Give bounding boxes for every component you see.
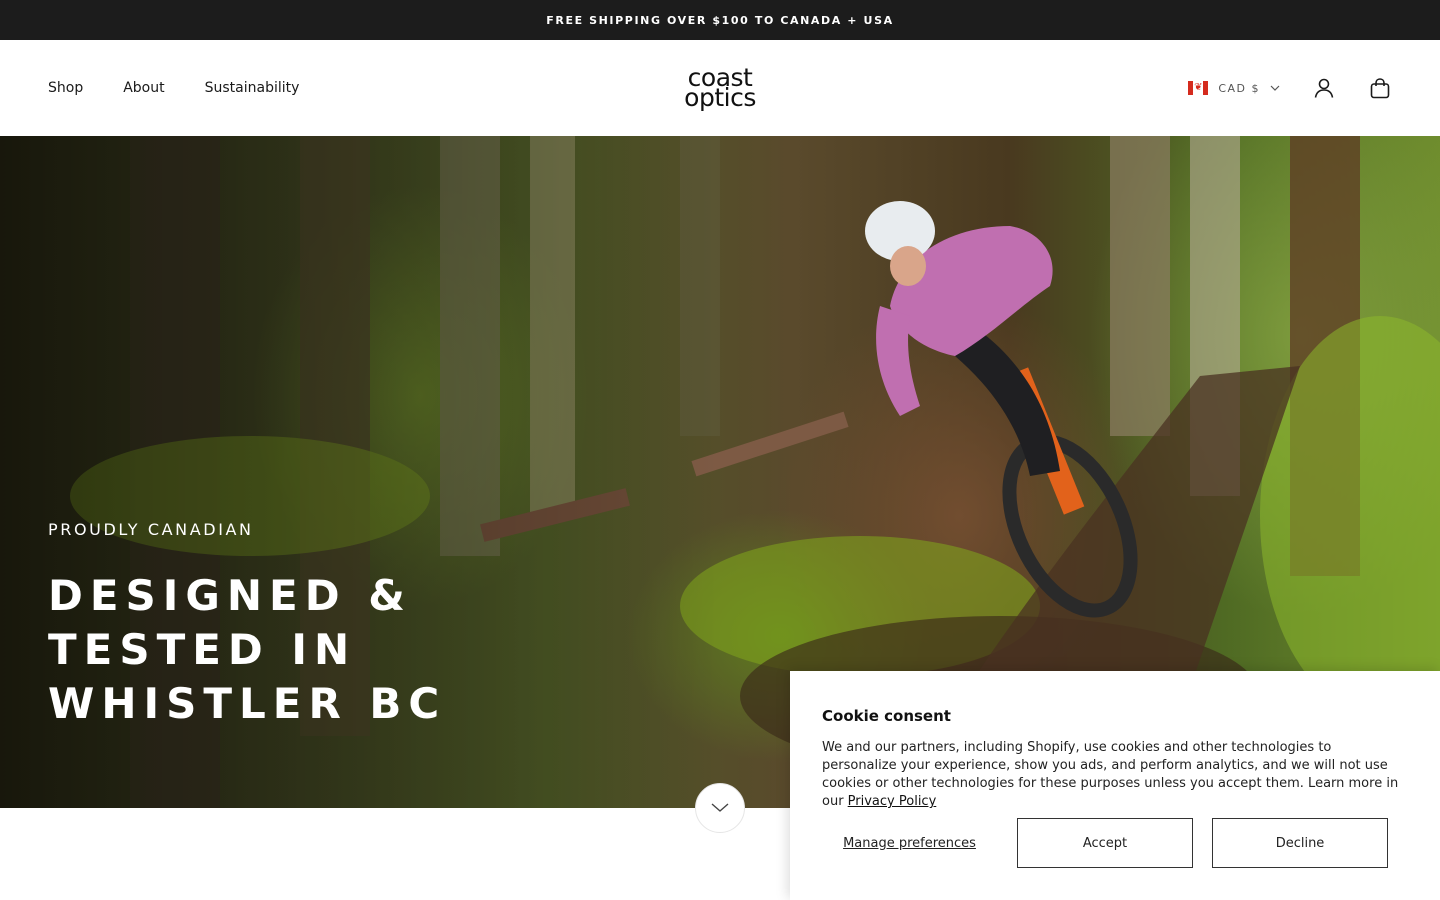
cookie-body: We and our partners, including Shopify, … bbox=[822, 739, 1407, 811]
site-header: Shop About Sustainability coast optics ❦… bbox=[0, 40, 1440, 136]
mountain-biker-image bbox=[865, 201, 1138, 618]
brand-logo[interactable]: coast optics bbox=[664, 62, 776, 114]
cookie-title: Cookie consent bbox=[822, 707, 951, 725]
announcement-text: FREE SHIPPING OVER $100 TO CANADA + USA bbox=[546, 13, 894, 27]
canada-flag-icon: ❦ bbox=[1188, 81, 1209, 95]
accept-button[interactable]: Accept bbox=[1017, 818, 1193, 868]
hero-headline: DESIGNED & TESTED IN WHISTLER BC bbox=[48, 571, 447, 728]
cookie-consent-banner: Cookie consent We and our partners, incl… bbox=[790, 671, 1440, 900]
privacy-policy-link[interactable]: Privacy Policy bbox=[848, 794, 937, 809]
chevron-down-icon bbox=[1270, 85, 1280, 91]
logo-line-2: optics bbox=[684, 83, 756, 112]
hero-text: PROUDLY CANADIAN DESIGNED & TESTED IN WH… bbox=[48, 520, 468, 731]
nav-about[interactable]: About bbox=[123, 80, 164, 96]
scroll-down-button[interactable] bbox=[695, 783, 745, 833]
manage-preferences-link[interactable]: Manage preferences bbox=[822, 818, 997, 868]
nav-shop[interactable]: Shop bbox=[48, 80, 83, 96]
main-nav: Shop About Sustainability bbox=[48, 40, 299, 136]
decline-button[interactable]: Decline bbox=[1212, 818, 1388, 868]
chevron-down-icon bbox=[711, 803, 729, 812]
currency-label: CAD $ bbox=[1218, 81, 1260, 95]
cookie-actions: Manage preferences Accept Decline bbox=[822, 818, 1388, 868]
nav-sustainability[interactable]: Sustainability bbox=[205, 80, 300, 96]
header-actions: ❦ CAD $ bbox=[1188, 40, 1392, 136]
account-icon[interactable] bbox=[1312, 76, 1336, 100]
currency-selector[interactable]: ❦ CAD $ bbox=[1188, 81, 1280, 95]
cart-bag-icon[interactable] bbox=[1368, 76, 1392, 100]
announcement-bar: FREE SHIPPING OVER $100 TO CANADA + USA bbox=[0, 0, 1440, 40]
hero-eyebrow: PROUDLY CANADIAN bbox=[48, 520, 254, 539]
